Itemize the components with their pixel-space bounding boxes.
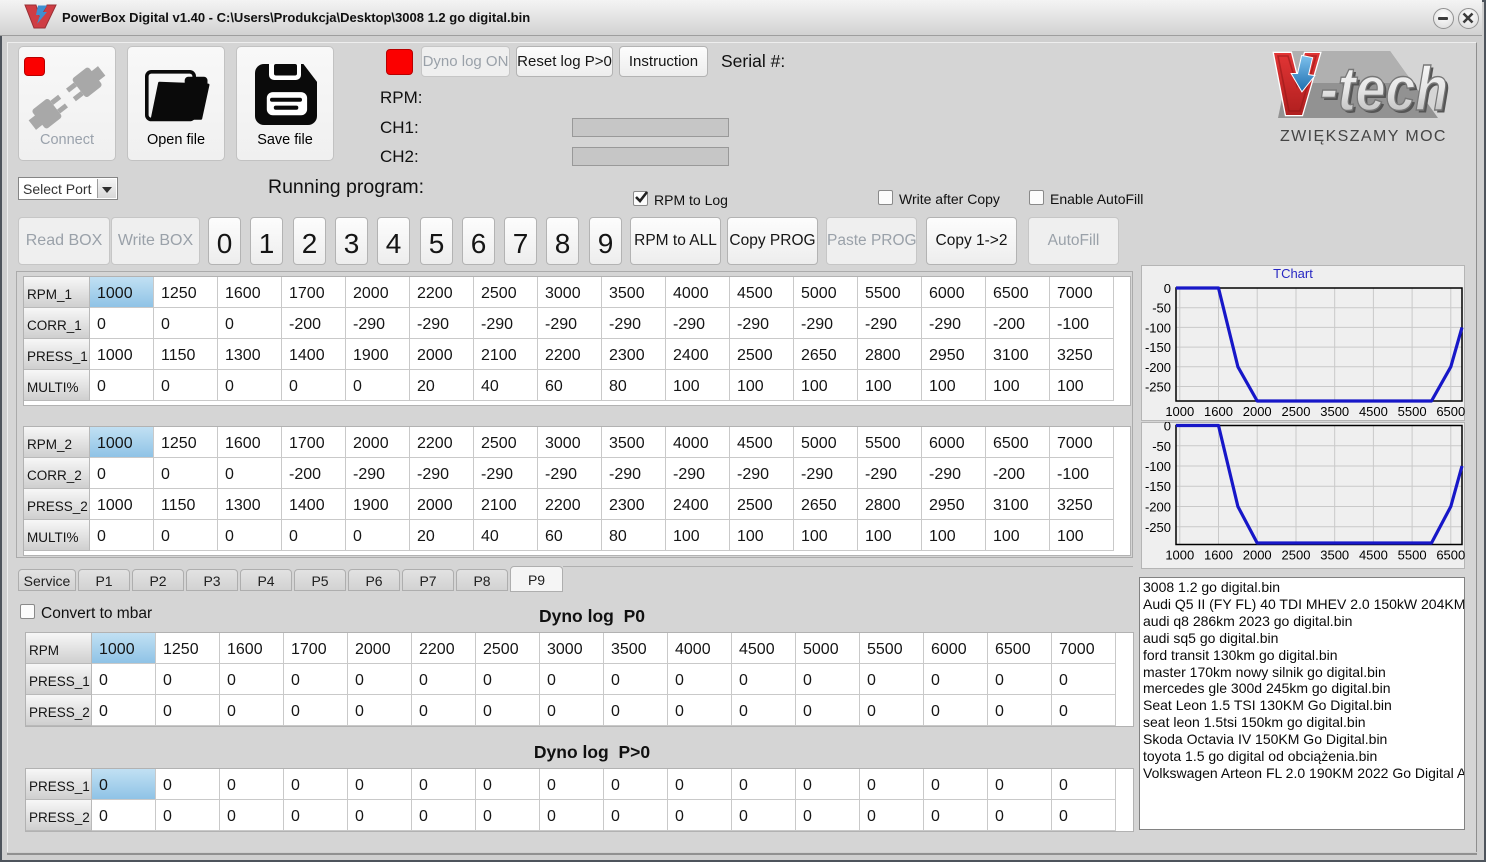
svg-text:-50: -50 (1152, 301, 1171, 316)
svg-text:-100: -100 (1145, 320, 1171, 335)
svg-text:TChart: TChart (1273, 266, 1313, 281)
svg-text:-250: -250 (1145, 380, 1171, 395)
svg-text:1600: 1600 (1204, 404, 1233, 419)
svg-text:-200: -200 (1145, 360, 1171, 375)
svg-text:5500: 5500 (1398, 404, 1427, 419)
svg-text:4500: 4500 (1359, 548, 1388, 563)
svg-text:-250: -250 (1145, 520, 1171, 535)
svg-text:4500: 4500 (1359, 404, 1388, 419)
svg-text:-200: -200 (1145, 500, 1171, 515)
svg-text:-100: -100 (1145, 459, 1171, 474)
svg-text:2000: 2000 (1243, 404, 1272, 419)
svg-text:3500: 3500 (1320, 548, 1349, 563)
svg-text:0: 0 (1164, 281, 1171, 296)
svg-text:3500: 3500 (1320, 404, 1349, 419)
svg-text:-150: -150 (1145, 340, 1171, 355)
svg-text:-150: -150 (1145, 479, 1171, 494)
svg-text:0: 0 (1164, 422, 1171, 434)
svg-text:1000: 1000 (1165, 548, 1194, 563)
svg-text:1600: 1600 (1204, 548, 1233, 563)
svg-text:2000: 2000 (1243, 548, 1272, 563)
svg-text:6500: 6500 (1436, 548, 1465, 563)
svg-text:5500: 5500 (1398, 548, 1427, 563)
svg-text:2500: 2500 (1282, 548, 1311, 563)
svg-text:-50: -50 (1152, 439, 1171, 454)
svg-text:6500: 6500 (1436, 404, 1465, 419)
svg-text:2500: 2500 (1282, 404, 1311, 419)
svg-text:1000: 1000 (1165, 404, 1194, 419)
svg-text:-tech: -tech (1320, 55, 1448, 124)
svg-text:ZWIĘKSZAMY MOC: ZWIĘKSZAMY MOC (1280, 128, 1447, 145)
